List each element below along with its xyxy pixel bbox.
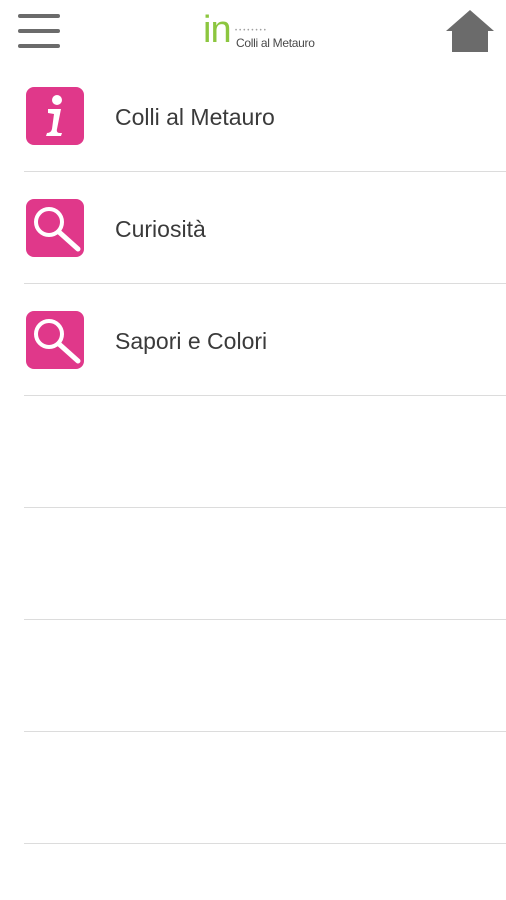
info-icon (26, 87, 84, 145)
list-item-label: Curiosità (115, 216, 206, 242)
menu-bar (18, 14, 60, 18)
list-item-label: Colli al Metauro (115, 104, 275, 130)
logo-dots: •••••••• (235, 28, 268, 34)
menu-bar (18, 44, 60, 48)
magnifier-icon (26, 311, 84, 369)
menu-bar (18, 29, 60, 33)
empty-row (0, 732, 506, 844)
list-item-label: Sapori e Colori (115, 328, 268, 354)
hamburger-menu-button[interactable] (16, 12, 62, 50)
empty-row (0, 396, 506, 508)
logo-subtitle: Colli al Metauro (236, 36, 315, 50)
list-item-sapori-e-colori[interactable]: Sapori e Colori (0, 284, 506, 396)
row-divider (24, 843, 506, 844)
list-item-curiosita[interactable]: Curiosità (0, 172, 506, 284)
list-item-colli-al-metauro[interactable]: Colli al Metauro (0, 60, 506, 172)
menu-list: Colli al Metauro Curiosità Sapori e Colo… (0, 60, 506, 844)
home-icon (446, 10, 494, 52)
empty-row (0, 508, 506, 620)
empty-row (0, 620, 506, 732)
app-logo: in •••••••• Colli al Metauro (203, 9, 323, 56)
app-header: in •••••••• Colli al Metauro (0, 0, 506, 64)
magnifier-icon (26, 199, 84, 257)
home-button[interactable] (446, 10, 494, 52)
logo-mark: in (203, 9, 232, 51)
